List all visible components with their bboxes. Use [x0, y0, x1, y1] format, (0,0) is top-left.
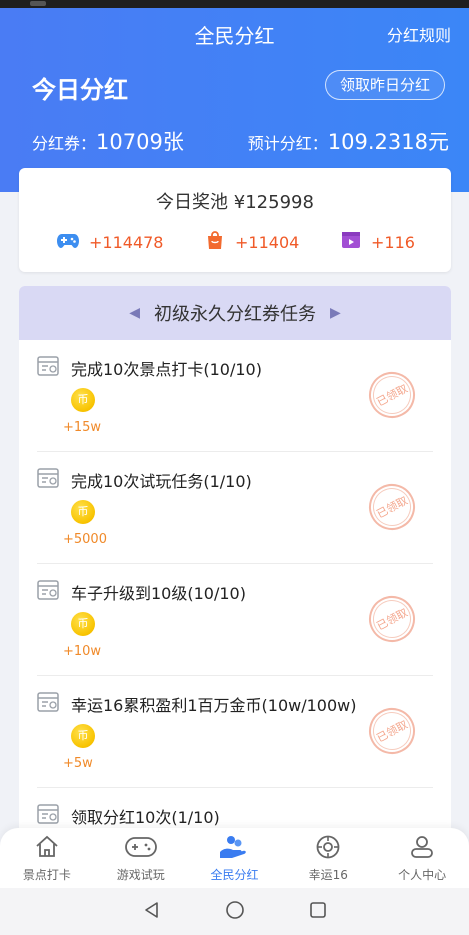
tab-label: 幸运16 — [308, 868, 348, 882]
tab-scenic-checkin[interactable]: 景点打卡 — [0, 828, 94, 888]
coupon-count: 分红券：10709张 — [32, 126, 184, 156]
pool-stat-games: +114478 — [57, 230, 163, 254]
claimed-stamp-label: 已领取 — [374, 605, 410, 633]
today-dividend-label: 今日分红 — [32, 76, 128, 104]
task-ticket-icon — [37, 580, 59, 604]
task-name: 幸运16累积盈利1百万金币(10w/100w) — [71, 696, 357, 715]
status-indicator — [30, 1, 46, 6]
rules-link[interactable]: 分红规则 — [387, 22, 451, 46]
tab-label: 景点打卡 — [22, 868, 71, 882]
task-reward: +10w — [63, 644, 102, 659]
gamepad-icon — [57, 231, 79, 253]
prev-arrow-icon[interactable]: ◀ — [129, 305, 140, 321]
task-panel-title: 初级永久分红券任务 — [154, 304, 316, 325]
back-icon[interactable] — [142, 900, 162, 924]
coin-icon: 币 — [71, 612, 95, 636]
pool-stat-shopping: +11404 — [205, 230, 299, 254]
task-item: 完成10次景点打卡(10/10) 币 +15w 已领取 — [37, 340, 433, 452]
task-ticket-icon — [37, 804, 59, 828]
task-reward: +5w — [63, 756, 93, 771]
pool-stat-video: +116 — [341, 230, 415, 254]
claimed-stamp: 已领取 — [360, 699, 424, 763]
coin-icon: 币 — [71, 724, 95, 748]
task-name: 领取分红10次(1/10) — [71, 808, 220, 827]
person-icon — [409, 834, 435, 864]
coupon-label: 分红券： — [32, 134, 97, 153]
task-reward: +15w — [63, 420, 102, 435]
pool-stat-value: +116 — [371, 232, 415, 252]
task-reward: +5000 — [63, 532, 107, 547]
estimate-value: 109.2318元 — [327, 130, 449, 154]
system-nav-bar — [0, 888, 469, 935]
next-arrow-icon[interactable]: ▶ — [330, 305, 341, 321]
tab-label: 个人中心 — [398, 868, 447, 882]
coin-icon: 币 — [71, 500, 95, 524]
pool-stat-value: +11404 — [235, 232, 300, 252]
estimate-label: 预计分红： — [247, 134, 328, 153]
claimed-stamp: 已领取 — [360, 475, 424, 539]
task-name: 完成10次试玩任务(1/10) — [71, 472, 252, 491]
task-name: 完成10次景点打卡(10/10) — [71, 360, 262, 379]
task-item: 幸运16累积盈利1百万金币(10w/100w) 币 +5w 已领取 — [37, 676, 433, 788]
claimed-stamp-label: 已领取 — [374, 717, 410, 745]
task-ticket-icon — [37, 692, 59, 716]
recents-icon[interactable] — [308, 900, 328, 924]
tab-profile[interactable]: 个人中心 — [375, 828, 469, 888]
task-name: 车子升级到10级(10/10) — [71, 584, 246, 603]
claimed-stamp: 已领取 — [360, 587, 424, 651]
prize-pool-card: 今日奖池 ¥125998 +114478 +11404 +116 — [19, 168, 451, 272]
tab-label: 全民分红 — [210, 868, 259, 882]
hand-coins-icon — [217, 834, 251, 864]
coupon-value: 10709张 — [96, 130, 184, 154]
status-bar — [0, 0, 469, 8]
task-panel-header: ◀ 初级永久分红券任务 ▶ — [19, 286, 451, 340]
wheel-icon — [315, 834, 341, 864]
claimed-stamp-label: 已领取 — [374, 381, 410, 409]
video-icon — [341, 230, 361, 254]
claimed-stamp-label: 已领取 — [374, 493, 410, 521]
pool-stat-value: +114478 — [89, 232, 164, 252]
estimated-dividend: 预计分红：109.2318元 — [248, 126, 449, 156]
claimed-stamp: 已领取 — [360, 363, 424, 427]
prize-pool-title: 今日奖池 ¥125998 — [156, 192, 314, 213]
tab-game-trial[interactable]: 游戏试玩 — [94, 828, 188, 888]
bottom-tab-bar: 景点打卡 游戏试玩 全民分红 幸运16 个人中心 — [0, 828, 469, 888]
home-icon[interactable] — [225, 900, 245, 924]
tab-lucky16[interactable]: 幸运16 — [281, 828, 375, 888]
task-item: 车子升级到10级(10/10) 币 +10w 已领取 — [37, 564, 433, 676]
claim-yesterday-button[interactable]: 领取昨日分红 — [324, 70, 445, 100]
header: 全民分红 分红规则 今日分红 领取昨日分红 分红券：10709张 预计分红：10… — [0, 8, 469, 192]
tab-label: 游戏试玩 — [116, 868, 165, 882]
task-item: 完成10次试玩任务(1/10) 币 +5000 已领取 — [37, 452, 433, 564]
task-ticket-icon — [37, 468, 59, 492]
tab-dividend[interactable]: 全民分红 — [188, 828, 282, 888]
house-icon — [34, 834, 60, 864]
task-ticket-icon — [37, 356, 59, 380]
task-panel: ◀ 初级永久分红券任务 ▶ 完成10次景点打卡(10/10) 币 +15w 已领… — [19, 286, 451, 846]
coin-icon: 币 — [71, 388, 95, 412]
gamepad-icon — [124, 834, 158, 864]
shopping-bag-icon — [205, 230, 225, 254]
